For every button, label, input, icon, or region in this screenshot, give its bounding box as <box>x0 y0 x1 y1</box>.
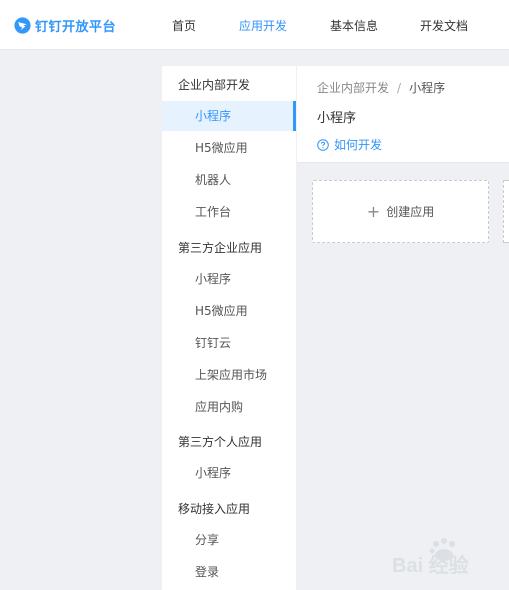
sidebar-item-dingtalk-cloud[interactable]: 钉钉云 <box>162 328 296 358</box>
help-circle-icon <box>317 138 329 151</box>
nav-app-development[interactable]: 应用开发 <box>239 17 287 34</box>
nav-basic-info[interactable]: 基本信息 <box>330 17 378 34</box>
nav-dev-docs[interactable]: 开发文档 <box>420 17 468 34</box>
breadcrumb-separator: / <box>397 81 402 95</box>
breadcrumb: 企业内部开发 / 小程序 <box>317 79 445 96</box>
sidebar-item-thirdparty-miniprogram[interactable]: 小程序 <box>162 264 296 294</box>
create-app-label: 创建应用 <box>386 205 435 219</box>
how-to-develop-label: 如何开发 <box>334 138 383 152</box>
plus-icon: + <box>366 201 381 221</box>
sidebar-item-workbench[interactable]: 工作台 <box>162 197 296 227</box>
app-card-partial <box>503 180 509 243</box>
sidebar-group-title: 第三方个人应用 <box>178 435 263 449</box>
sidebar-group-title: 第三方企业应用 <box>178 241 263 255</box>
sidebar-item-internal-miniprogram[interactable]: 小程序 <box>162 101 296 131</box>
brand-name: 钉钉开放平台 <box>35 19 117 35</box>
create-app-button[interactable]: + 创建应用 <box>312 180 489 243</box>
sidebar-menu: 企业内部开发 小程序 H5微应用 机器人 工作台 第三方企业应用 小程序 H5微… <box>162 66 296 590</box>
dingtalk-logo-icon <box>14 16 31 34</box>
nav-home[interactable]: 首页 <box>172 17 196 34</box>
sidebar-group-title: 移动接入应用 <box>178 502 251 516</box>
sidebar-item-robot[interactable]: 机器人 <box>162 165 296 195</box>
sidebar-group-title: 企业内部开发 <box>178 78 251 92</box>
sidebar-item-login[interactable]: 登录 <box>162 557 296 587</box>
sidebar-item-in-app-purchase[interactable]: 应用内购 <box>162 392 296 422</box>
content-header: 企业内部开发 / 小程序 小程序 如何开发 <box>297 66 509 163</box>
watermark-text: Bai 经验 <box>392 553 469 577</box>
brand-logo[interactable]: 钉钉开放平台 <box>14 15 116 35</box>
sidebar-item-app-market[interactable]: 上架应用市场 <box>162 360 296 390</box>
page-title: 小程序 <box>317 111 357 126</box>
baidu-jingyan-watermark: Bai 经验 <box>392 538 469 577</box>
sidebar-item-personal-miniprogram[interactable]: 小程序 <box>162 458 296 488</box>
sidebar-item-internal-h5[interactable]: H5微应用 <box>162 133 296 163</box>
top-navigation-bar: 钉钉开放平台 首页 应用开发 基本信息 开发文档 <box>0 0 509 50</box>
breadcrumb-current: 小程序 <box>409 81 446 95</box>
how-to-develop-link[interactable]: 如何开发 <box>317 136 382 153</box>
sidebar-item-thirdparty-h5[interactable]: H5微应用 <box>162 296 296 326</box>
sidebar-item-share[interactable]: 分享 <box>162 525 296 555</box>
breadcrumb-item[interactable]: 企业内部开发 <box>317 81 389 95</box>
